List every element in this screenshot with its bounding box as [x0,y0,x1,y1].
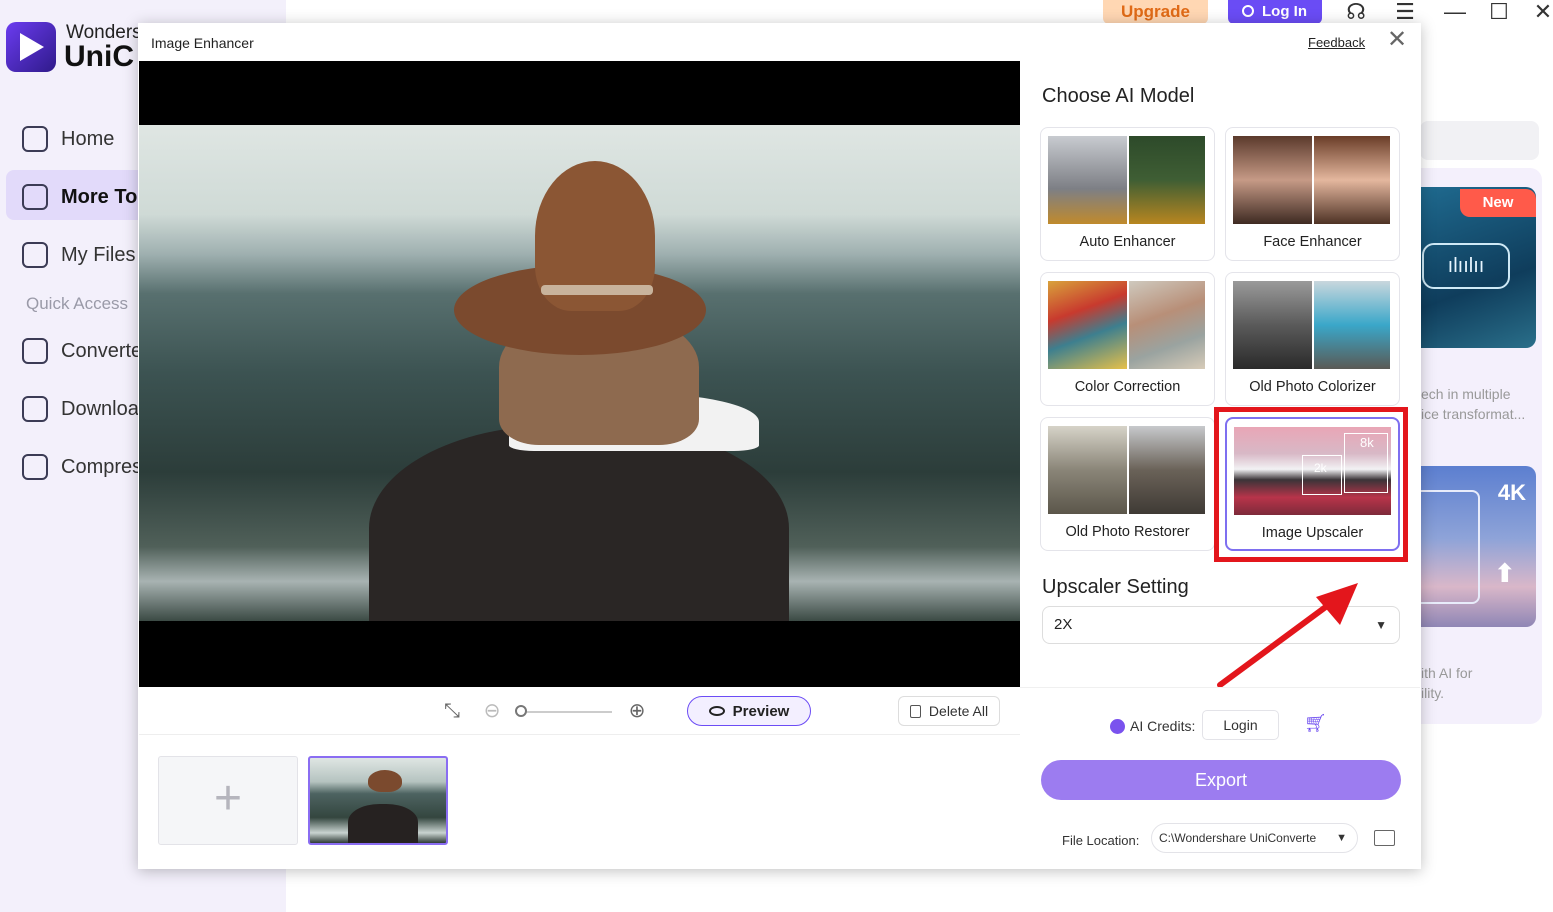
model-label: Auto Enhancer [1079,234,1176,250]
headset-icon[interactable]: ☊ [1343,0,1369,24]
person-icon [1242,5,1254,17]
choose-ai-model-heading: Choose AI Model [1042,85,1195,107]
sidebar-item-converter[interactable]: Converte [22,336,142,366]
annotation-arrow [1217,583,1358,688]
arrow-up-icon: ⬆ [1494,558,1516,588]
file-location-label: File Location: [1062,833,1140,848]
zoom-out-icon[interactable]: ⊖ [480,699,504,723]
annotation-highlight-box [1214,407,1408,562]
dialog-title: Image Enhancer [151,35,254,51]
compress-icon [22,454,48,480]
waveform-icon: ılıılıı [1422,243,1510,289]
minimize-icon[interactable]: — [1442,0,1468,24]
converter-icon [22,338,48,364]
sidebar-item-label: My Files [61,243,136,266]
new-badge: New [1460,189,1536,217]
model-card-auto-enhancer[interactable]: Auto Enhancer [1040,127,1215,261]
export-button[interactable]: Export [1041,760,1401,800]
sidebar-item-more-tools[interactable]: More To [22,182,137,212]
home-icon [22,126,48,152]
trash-icon [909,704,921,718]
app-logo [6,22,56,72]
frame-decoration [1420,490,1480,604]
sidebar-item-label: Converte [61,339,143,362]
folder-icon[interactable] [1374,830,1395,846]
zoom-in-icon[interactable]: ⊕ [625,699,649,723]
feedback-link[interactable]: Feedback [1308,35,1365,50]
old-photo-restorer-preview [1048,426,1205,514]
model-card-old-photo-restorer[interactable]: Old Photo Restorer [1040,417,1215,551]
image-preview-canvas [139,61,1020,687]
model-card-color-correction[interactable]: Color Correction [1040,272,1215,406]
zoom-slider-thumb[interactable] [515,705,527,717]
image-enhancer-dialog: Image Enhancer Feedback ✕ ⤡ ⊖ ⊕ Preview … [138,23,1421,869]
files-icon [22,242,48,268]
sidebar-item-label: More To [61,185,138,208]
file-location-value: C:\Wondershare UniConverte [1159,831,1317,845]
old-photo-colorizer-preview [1233,281,1390,369]
close-icon[interactable]: ✕ [1386,28,1408,53]
card-description: ith AI for [1421,665,1473,681]
login-button[interactable]: Log In [1228,0,1322,24]
card-description: ice transformat... [1421,406,1526,422]
model-label: Old Photo Restorer [1065,524,1190,540]
toolbox-icon [22,184,48,210]
brand-line-2: UniC [64,40,134,73]
delete-all-button[interactable]: Delete All [898,696,1000,726]
model-label: Face Enhancer [1263,234,1362,250]
face-enhancer-preview [1233,136,1390,224]
card-description: ility. [1421,685,1445,701]
sidebar-item-label: Compres [61,455,143,478]
preview-button[interactable]: Preview [687,696,811,726]
divider [1020,687,1420,688]
cart-icon[interactable]: 🛒︎ [1304,713,1327,734]
window-close-icon[interactable]: ✕ [1530,0,1553,24]
sidebar-item-downloader[interactable]: Downloa [22,394,139,424]
upscaler-settings-heading: Upscaler Setting [1042,576,1189,598]
eye-icon [708,706,725,716]
upscale-factor-value: 2X [1054,616,1073,633]
preview-label: Preview [732,702,790,720]
sidebar-item-compressor[interactable]: Compres [22,452,142,482]
sidebar-item-my-files[interactable]: My Files [22,240,135,270]
background-search-bar[interactable] [1420,121,1539,160]
model-card-face-enhancer[interactable]: Face Enhancer [1225,127,1400,261]
menu-icon[interactable]: ☰ [1392,0,1418,24]
color-correction-preview [1048,281,1205,369]
quick-access-heading: Quick Access [26,294,129,313]
login-label: Log In [1262,3,1307,20]
model-label: Old Photo Colorizer [1249,379,1376,395]
maximize-icon[interactable]: ☐ [1486,0,1512,24]
download-icon [22,396,48,422]
file-location-select[interactable]: C:\Wondershare UniConverte ▼ [1151,823,1358,853]
auto-enhancer-preview [1048,136,1205,224]
upgrade-button[interactable]: Upgrade [1103,0,1208,24]
fit-screen-icon[interactable]: ⤡ [440,699,464,723]
sidebar-item-label: Downloa [61,397,139,420]
sidebar-item-home[interactable]: Home [22,124,114,154]
chevron-down-icon: ▼ [1336,832,1347,844]
model-label: Color Correction [1074,379,1181,395]
image-thumbnail[interactable] [308,756,448,845]
preview-photo [139,125,1020,621]
4k-badge: 4K [1497,480,1526,505]
sidebar-item-label: Home [61,127,115,150]
model-card-old-photo-colorizer[interactable]: Old Photo Colorizer [1225,272,1400,406]
preview-toolbar: ⤡ ⊖ ⊕ Preview Delete All [139,687,1020,735]
ai-credits-label: AI Credits: [1130,718,1196,734]
zoom-slider-track[interactable] [520,711,612,713]
add-image-button[interactable]: + [158,756,298,845]
delete-all-label: Delete All [928,703,989,719]
credits-login-button[interactable]: Login [1202,710,1279,740]
ai-credits-icon [1110,719,1125,734]
card-description: ech in multiple [1421,386,1511,402]
background-card-4k[interactable]: 4K ⬆ [1420,466,1536,627]
